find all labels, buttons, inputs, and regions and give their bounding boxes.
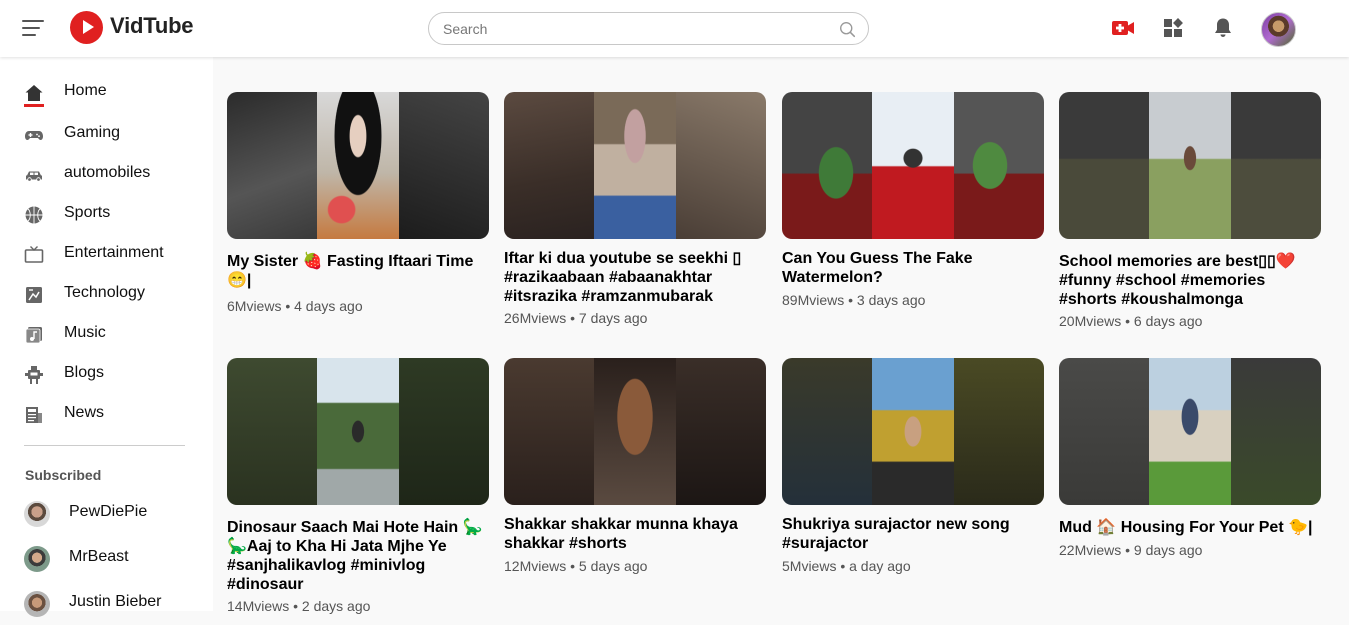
search-input[interactable] <box>443 20 833 38</box>
video-meta: 20Mviews • 6 days ago <box>1059 313 1203 329</box>
channel-avatar <box>24 501 50 527</box>
sidebar: Home Gaming automobiles Sports Entertain… <box>0 57 213 617</box>
sidebar-item-label: News <box>64 404 105 421</box>
subscription-item-mrbeast[interactable]: MrBeast <box>0 540 213 580</box>
basketball-icon <box>25 206 43 224</box>
sidebar-item-entertainment[interactable]: Entertainment <box>0 235 213 275</box>
video-card[interactable]: Shukriya surajactor new song #surajactor… <box>782 358 1044 578</box>
video-title[interactable]: School memories are best▯▯❤️ #funny #sch… <box>1059 252 1321 309</box>
sidebar-item-label: Technology <box>64 284 145 301</box>
sidebar-item-label: Home <box>64 82 107 99</box>
create-video-icon[interactable] <box>1111 16 1135 40</box>
video-title[interactable]: Shakkar shakkar munna khaya shakkar #sho… <box>504 515 766 553</box>
sidebar-item-label: Blogs <box>64 364 105 381</box>
video-thumbnail[interactable] <box>782 358 1044 505</box>
sidebar-item-home[interactable]: Home <box>0 73 213 113</box>
subscription-name: Justin Bieber <box>69 593 162 610</box>
car-icon <box>26 171 42 182</box>
music-icon <box>25 327 42 344</box>
sidebar-item-blogs[interactable]: Blogs <box>0 355 213 395</box>
subscription-name: PewDiePie <box>69 503 148 520</box>
video-thumbnail[interactable] <box>504 92 766 239</box>
video-meta: 14Mviews • 2 days ago <box>227 598 371 614</box>
sidebar-item-label: Music <box>64 324 106 341</box>
sidebar-item-gaming[interactable]: Gaming <box>0 115 213 155</box>
apps-icon[interactable] <box>1161 16 1185 40</box>
video-title[interactable]: Dinosaur Saach Mai Hote Hain 🦕 🦕Aaj to K… <box>227 518 489 594</box>
active-indicator <box>24 104 44 107</box>
gamepad-icon <box>25 131 43 140</box>
sidebar-item-technology[interactable]: Technology <box>0 275 213 315</box>
video-meta: 5Mviews • a day ago <box>782 558 911 574</box>
video-meta: 12Mviews • 5 days ago <box>504 558 648 574</box>
video-thumbnail[interactable] <box>782 92 1044 239</box>
technology-icon <box>26 287 42 303</box>
notifications-bell-icon[interactable] <box>1211 16 1235 40</box>
user-avatar[interactable] <box>1261 12 1296 47</box>
video-card[interactable]: Can You Guess The Fake Watermelon? 89Mvi… <box>782 92 1044 312</box>
menu-icon[interactable] <box>22 18 46 38</box>
video-meta: 89Mviews • 3 days ago <box>782 292 926 308</box>
video-meta: 22Mviews • 9 days ago <box>1059 542 1203 558</box>
blog-icon <box>25 366 43 384</box>
video-thumbnail[interactable] <box>1059 358 1321 505</box>
tv-icon <box>24 246 44 263</box>
sidebar-divider <box>24 445 185 446</box>
subscribed-heading: Subscribed <box>25 467 102 483</box>
search-icon[interactable] <box>839 21 856 38</box>
video-card[interactable]: Shakkar shakkar munna khaya shakkar #sho… <box>504 358 766 578</box>
sidebar-item-news[interactable]: News <box>0 395 213 435</box>
top-bar: VidTube <box>0 0 1349 57</box>
subscription-item-justin-bieber[interactable]: Justin Bieber <box>0 585 213 625</box>
video-title[interactable]: Can You Guess The Fake Watermelon? <box>782 249 1044 287</box>
sidebar-item-label: Entertainment <box>64 244 164 261</box>
channel-avatar <box>24 591 50 617</box>
sidebar-item-music[interactable]: Music <box>0 315 213 355</box>
sidebar-item-label: automobiles <box>64 164 151 181</box>
subscription-item-pewdiepie[interactable]: PewDiePie <box>0 495 213 535</box>
subscription-name: MrBeast <box>69 548 129 565</box>
video-title[interactable]: My Sister 🍓 Fasting Iftaari Time 😁| <box>227 252 489 290</box>
app-logo-text[interactable]: VidTube <box>110 13 194 39</box>
video-title[interactable]: Iftar ki dua youtube se seekhi ▯ #razika… <box>504 249 766 306</box>
logo-play-icon[interactable] <box>70 11 103 44</box>
sidebar-item-label: Sports <box>64 204 111 221</box>
video-meta: 26Mviews • 7 days ago <box>504 310 648 326</box>
sidebar-item-automobiles[interactable]: automobiles <box>0 155 213 195</box>
news-icon <box>26 407 42 423</box>
sidebar-item-label: Gaming <box>64 124 121 141</box>
video-thumbnail[interactable] <box>227 92 489 239</box>
search-box[interactable] <box>428 12 869 45</box>
video-meta: 6Mviews • 4 days ago <box>227 298 363 314</box>
sidebar-item-sports[interactable]: Sports <box>0 195 213 235</box>
video-card[interactable]: Iftar ki dua youtube se seekhi ▯ #razika… <box>504 92 766 332</box>
video-card[interactable]: School memories are best▯▯❤️ #funny #sch… <box>1059 92 1321 332</box>
video-thumbnail[interactable] <box>227 358 489 505</box>
video-title[interactable]: Shukriya surajactor new song #surajactor <box>782 515 1044 553</box>
video-card[interactable]: Mud 🏠 Housing For Your Pet 🐤| 22Mviews •… <box>1059 358 1321 578</box>
video-thumbnail[interactable] <box>504 358 766 505</box>
video-thumbnail[interactable] <box>1059 92 1321 239</box>
video-card[interactable]: Dinosaur Saach Mai Hote Hain 🦕 🦕Aaj to K… <box>227 358 489 618</box>
channel-avatar <box>24 546 50 572</box>
video-title[interactable]: Mud 🏠 Housing For Your Pet 🐤| <box>1059 518 1321 537</box>
video-card[interactable]: My Sister 🍓 Fasting Iftaari Time 😁| 6Mvi… <box>227 92 489 322</box>
home-icon <box>25 85 43 101</box>
